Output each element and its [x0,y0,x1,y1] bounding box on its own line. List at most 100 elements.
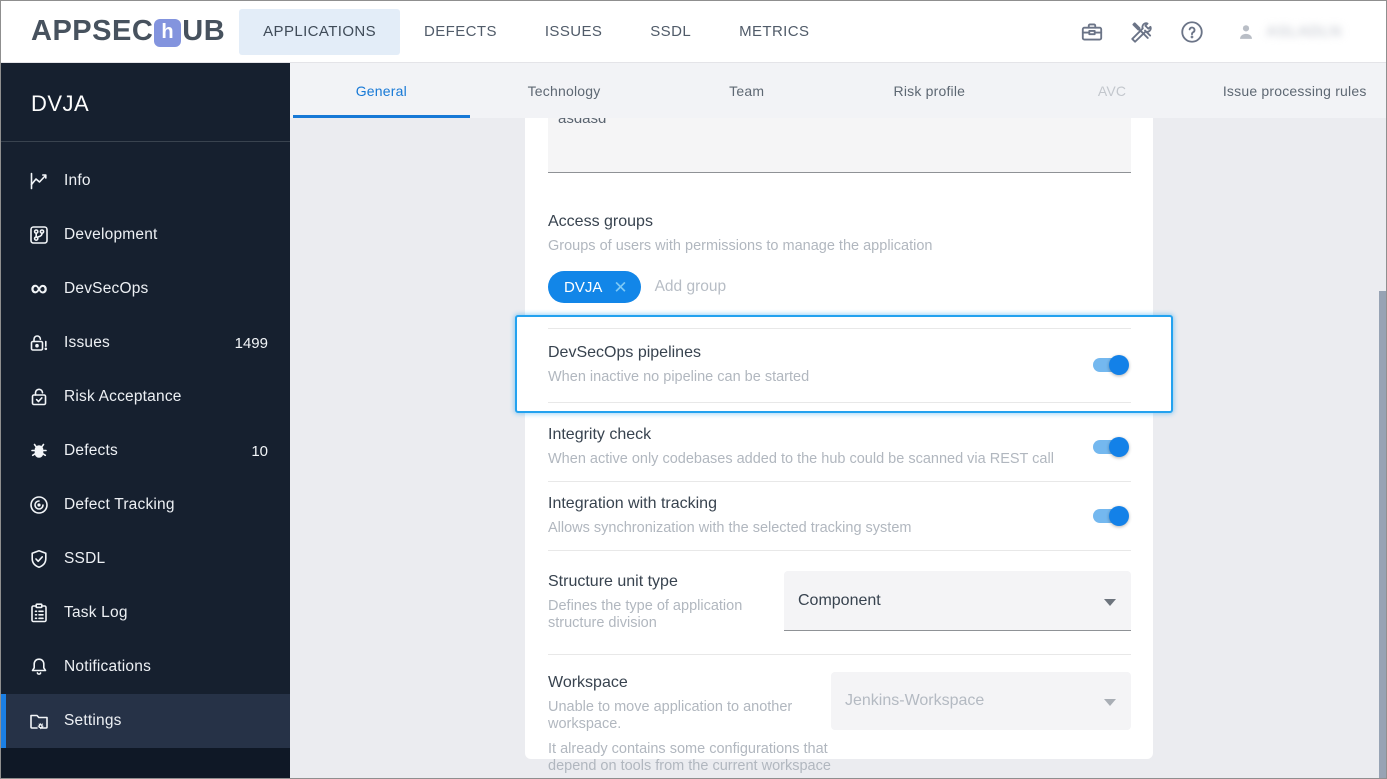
workspace-select-disabled: Jenkins-Workspace [831,672,1131,730]
logo-part1: APPSEC [31,15,154,47]
chip-remove-icon[interactable]: ✕ [613,279,627,296]
workspace-row: Workspace Unable to move application to … [548,655,1131,775]
sidebar-item-label: Notifications [64,658,152,675]
sidebar-item-task-log[interactable]: Task Log [1,586,290,640]
group-chip-label: DVJA [564,278,603,296]
sidebar-item-info[interactable]: Info [1,154,290,208]
workspace-title: Workspace [548,674,628,691]
highlighted-setting-box: DevSecOps pipelines When inactive no pip… [515,315,1173,413]
help-icon[interactable] [1179,19,1205,45]
sidebar-item-issues[interactable]: Issues 1499 [1,316,290,370]
username-redacted: ASLADLN [1266,23,1342,40]
top-navbar: APPSEC h UB APPLICATIONS DEFECTS ISSUES … [1,1,1386,63]
access-groups-input: DVJA ✕ Add group [548,271,1131,303]
workspace-description2: It already contains some configurations … [548,741,831,774]
workspace-description: Unable to move application to another wo… [548,699,793,732]
defects-count-badge: 10 [251,442,268,460]
bug-icon [28,440,50,462]
settings-folder-icon [28,710,50,732]
workspace-value: Jenkins-Workspace [845,692,985,709]
settings-content: asdasd Access groups Groups of users wit… [290,118,1386,778]
user-menu[interactable]: ASLADLN [1235,21,1342,43]
integrity-check-title: Integrity check [548,426,652,443]
integrity-check-row: Integrity check When active only codebas… [548,413,1131,482]
chevron-down-icon [1104,598,1116,606]
appsechub-logo[interactable]: APPSEC h UB [31,15,225,48]
integration-tracking-toggle[interactable] [1093,506,1129,526]
sidebar-item-settings[interactable]: Settings [1,694,290,748]
sidebar-item-defect-tracking[interactable]: Defect Tracking [1,478,290,532]
integration-tracking-row: Integration with tracking Allows synchro… [548,482,1131,551]
description-value: asdasd [558,118,607,127]
sidebar-item-label: DevSecOps [64,280,149,297]
devsecops-pipelines-row: DevSecOps pipelines When inactive no pip… [548,344,1131,386]
main-nav: APPLICATIONS DEFECTS ISSUES SSDL METRICS [239,1,833,62]
task-log-icon [28,602,50,624]
access-groups-description: Groups of users with permissions to mana… [548,238,933,254]
sidebar-item-label: Task Log [64,604,128,621]
nav-item-metrics[interactable]: METRICS [715,9,833,55]
tab-issue-processing-rules[interactable]: Issue processing rules [1203,63,1386,118]
nav-item-ssdl[interactable]: SSDL [626,9,715,55]
vertical-scrollbar[interactable] [1379,291,1386,778]
lock-alert-icon [28,332,50,354]
devsecops-pipelines-toggle[interactable] [1093,355,1129,375]
structure-unit-type-row: Structure unit type Defines the type of … [548,551,1131,655]
admin-tools-icon[interactable] [1129,19,1155,45]
integration-tracking-title: Integration with tracking [548,495,717,512]
user-icon [1239,24,1252,39]
sidebar-header: DVJA [1,63,290,142]
description-textarea[interactable]: asdasd [548,118,1131,173]
tab-team[interactable]: Team [655,63,838,118]
sidebar-item-label: Risk Acceptance [64,388,182,405]
access-groups-section: Access groups Groups of users with permi… [548,213,1131,303]
chevron-down-icon [1104,699,1116,706]
sidebar-item-label: Info [64,172,91,189]
structure-unit-type-title: Structure unit type [548,573,678,590]
tracking-icon [28,494,50,516]
sidebar-item-development[interactable]: Development [1,208,290,262]
structure-unit-type-select[interactable]: Component [784,571,1131,631]
sidebar-item-notifications[interactable]: Notifications [1,640,290,694]
logo-h-icon: h [154,18,182,47]
tab-general[interactable]: General [290,63,473,118]
settings-card: asdasd Access groups Groups of users wit… [515,118,1173,774]
sidebar-item-label: Defects [64,442,118,459]
nav-item-applications[interactable]: APPLICATIONS [239,8,401,55]
sidebar-panel: DVJA Info Development ∞ DevSecOps Issues… [1,63,290,748]
tab-avc: AVC [1097,82,1127,99]
sidebar-item-ssdl[interactable]: SSDL [1,532,290,586]
devsecops-pipelines-title: DevSecOps pipelines [548,344,701,361]
sidebar-item-label: Issues [64,334,110,351]
group-chip[interactable]: DVJA ✕ [548,271,641,303]
infinity-icon: ∞ [30,275,48,302]
git-branch-icon [28,224,50,246]
sidebar-menu: Info Development ∞ DevSecOps Issues 1499… [1,142,290,748]
settings-tabbar: General Technology Team Risk profile AVC… [290,63,1386,118]
structure-unit-type-value: Component [798,591,881,609]
sidebar-item-devsecops[interactable]: ∞ DevSecOps [1,262,290,316]
sidebar-item-label: Settings [64,712,122,729]
toolbox-icon[interactable] [1079,19,1105,45]
chart-icon [28,170,50,192]
sidebar: DVJA Info Development ∞ DevSecOps Issues… [1,63,290,778]
access-groups-title: Access groups [548,213,653,230]
integration-tracking-description: Allows synchronization with the selected… [548,520,912,536]
tab-risk-profile[interactable]: Risk profile [838,63,1021,118]
tab-technology[interactable]: Technology [473,63,656,118]
integrity-check-toggle[interactable] [1093,437,1129,457]
app-window: APPSEC h UB APPLICATIONS DEFECTS ISSUES … [0,0,1387,779]
structure-unit-type-description: Defines the type of application structur… [548,598,743,631]
sidebar-item-label: Development [64,226,158,243]
add-group-input[interactable]: Add group [655,278,727,296]
sidebar-item-label: SSDL [64,550,106,567]
integrity-check-description: When active only codebases added to the … [548,451,1054,467]
issues-count-badge: 1499 [234,334,268,352]
sidebar-item-label: Defect Tracking [64,496,175,513]
main-area: General Technology Team Risk profile AVC… [290,63,1386,778]
sidebar-item-defects[interactable]: Defects 10 [1,424,290,478]
nav-item-issues[interactable]: ISSUES [521,9,626,55]
application-name: DVJA [31,91,90,116]
nav-item-defects[interactable]: DEFECTS [400,9,521,55]
sidebar-item-risk-acceptance[interactable]: Risk Acceptance [1,370,290,424]
